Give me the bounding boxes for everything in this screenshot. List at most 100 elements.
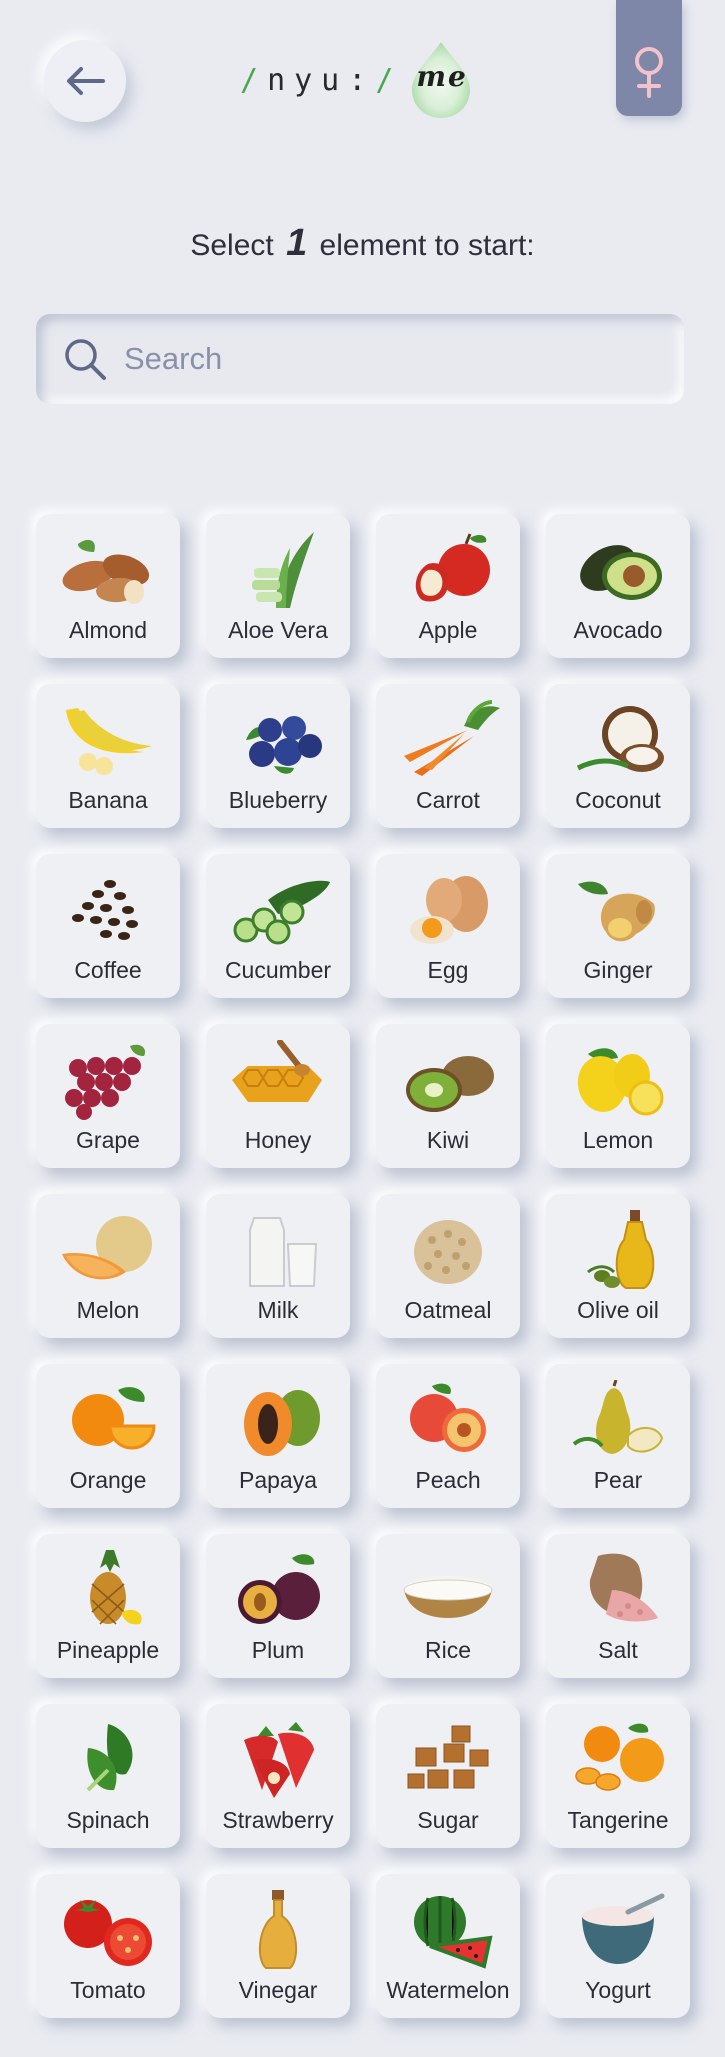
logo-drop-text: me xyxy=(416,60,468,93)
selection-prompt: Select 1 element to start: xyxy=(0,222,725,265)
food-label: Blueberry xyxy=(228,787,328,813)
logo-drop: me xyxy=(406,40,476,120)
food-tile-honey[interactable]: Honey xyxy=(206,1024,350,1168)
food-label: Oatmeal xyxy=(404,1297,492,1323)
food-tile-pineapple[interactable]: Pineapple xyxy=(36,1534,180,1678)
app-logo: / nyu: / me xyxy=(240,40,476,120)
olive-oil-icon xyxy=(587,1210,655,1289)
food-label: Aloe Vera xyxy=(228,617,328,643)
kiwi-icon xyxy=(406,1056,494,1112)
food-label: Tomato xyxy=(70,1977,146,2003)
food-label: Sugar xyxy=(417,1807,479,1833)
food-tile-sugar[interactable]: Sugar xyxy=(376,1704,520,1848)
peach-icon xyxy=(410,1383,486,1452)
food-label: Tangerine xyxy=(567,1807,669,1833)
logo-prefix: / xyxy=(240,62,268,98)
food-tile-tomato[interactable]: Tomato xyxy=(36,1874,180,2018)
food-tile-lemon[interactable]: Lemon xyxy=(546,1024,690,1168)
vinegar-icon xyxy=(258,1890,298,1969)
prompt-count: 1 xyxy=(286,222,308,264)
spinach-icon xyxy=(86,1724,133,1792)
food-tile-kiwi[interactable]: Kiwi xyxy=(376,1024,520,1168)
gender-toggle-button[interactable] xyxy=(616,0,682,116)
food-tile-oatmeal[interactable]: Oatmeal xyxy=(376,1194,520,1338)
food-tile-avocado[interactable]: Avocado xyxy=(546,514,690,658)
sugar-icon xyxy=(407,1725,489,1789)
food-label: Vinegar xyxy=(238,1977,318,2003)
food-tile-melon[interactable]: Melon xyxy=(36,1194,180,1338)
rice-icon xyxy=(403,1576,493,1618)
prompt-before: Select xyxy=(190,229,274,262)
food-label: Pineapple xyxy=(56,1637,160,1663)
orange-icon xyxy=(72,1387,156,1450)
oatmeal-icon xyxy=(414,1220,482,1284)
lemon-icon xyxy=(577,1048,664,1116)
food-tile-aloe-vera[interactable]: Aloe Vera xyxy=(206,514,350,658)
food-tile-apple[interactable]: Apple xyxy=(376,514,520,658)
food-tile-vinegar[interactable]: Vinegar xyxy=(206,1874,350,2018)
female-symbol-icon xyxy=(635,47,663,98)
prompt-after: element to start: xyxy=(319,229,535,262)
ginger-icon xyxy=(578,881,655,942)
watermelon-icon xyxy=(414,1896,493,1969)
back-button[interactable] xyxy=(44,40,126,122)
food-label: Kiwi xyxy=(426,1127,470,1153)
honey-icon xyxy=(232,1040,322,1102)
food-label: Rice xyxy=(424,1637,471,1663)
food-tile-orange[interactable]: Orange xyxy=(36,1364,180,1508)
food-label: Avocado xyxy=(573,617,663,643)
food-tile-peach[interactable]: Peach xyxy=(376,1364,520,1508)
food-tile-egg[interactable]: Egg xyxy=(376,854,520,998)
salt-icon xyxy=(589,1553,658,1622)
food-tile-spinach[interactable]: Spinach xyxy=(36,1704,180,1848)
food-label: Ginger xyxy=(583,957,653,983)
logo-word: nyu: xyxy=(267,62,376,98)
food-tile-papaya[interactable]: Papaya xyxy=(206,1364,350,1508)
food-label: Honey xyxy=(244,1127,312,1153)
food-tile-cucumber[interactable]: Cucumber xyxy=(206,854,350,998)
avocado-icon xyxy=(580,545,662,600)
strawberry-icon xyxy=(244,1722,314,1798)
search-icon xyxy=(62,336,108,382)
food-tile-almond[interactable]: Almond xyxy=(36,514,180,658)
food-label: Plum xyxy=(251,1637,305,1663)
food-tile-rice[interactable]: Rice xyxy=(376,1534,520,1678)
food-tile-pear[interactable]: Pear xyxy=(546,1364,690,1508)
food-tile-olive-oil[interactable]: Olive oil xyxy=(546,1194,690,1338)
blueberry-icon xyxy=(246,716,322,774)
banana-icon xyxy=(66,708,152,775)
food-label: Lemon xyxy=(582,1127,654,1153)
grape-icon xyxy=(65,1044,146,1120)
food-label: Coconut xyxy=(575,787,661,813)
food-tile-strawberry[interactable]: Strawberry xyxy=(206,1704,350,1848)
search-input[interactable] xyxy=(122,340,666,378)
food-label: Coffee xyxy=(74,957,142,983)
food-label: Almond xyxy=(69,617,147,643)
food-tile-yogurt[interactable]: Yogurt xyxy=(546,1874,690,2018)
logo-suffix: / xyxy=(375,62,403,98)
food-tile-watermelon[interactable]: Watermelon xyxy=(376,1874,520,2018)
food-tile-coffee[interactable]: Coffee xyxy=(36,854,180,998)
egg-icon xyxy=(410,876,488,944)
food-tile-coconut[interactable]: Coconut xyxy=(546,684,690,828)
food-label: Spinach xyxy=(66,1807,150,1833)
plum-icon xyxy=(238,1554,320,1624)
coconut-icon xyxy=(576,706,664,772)
food-tile-ginger[interactable]: Ginger xyxy=(546,854,690,998)
food-label: Carrot xyxy=(416,787,480,813)
apple-icon xyxy=(415,533,490,602)
food-tile-banana[interactable]: Banana xyxy=(36,684,180,828)
food-tile-grape[interactable]: Grape xyxy=(36,1024,180,1168)
food-tile-milk[interactable]: Milk xyxy=(206,1194,350,1338)
food-tile-plum[interactable]: Plum xyxy=(206,1534,350,1678)
food-tile-blueberry[interactable]: Blueberry xyxy=(206,684,350,828)
food-tile-carrot[interactable]: Carrot xyxy=(376,684,520,828)
food-tile-salt[interactable]: Salt xyxy=(546,1534,690,1678)
food-label: Watermelon xyxy=(386,1977,510,2003)
food-tile-tangerine[interactable]: Tangerine xyxy=(546,1704,690,1848)
arrow-left-icon xyxy=(67,67,105,95)
search-box[interactable] xyxy=(36,314,684,404)
melon-icon xyxy=(62,1216,152,1280)
food-label: Orange xyxy=(69,1467,147,1493)
food-label: Egg xyxy=(427,957,469,983)
